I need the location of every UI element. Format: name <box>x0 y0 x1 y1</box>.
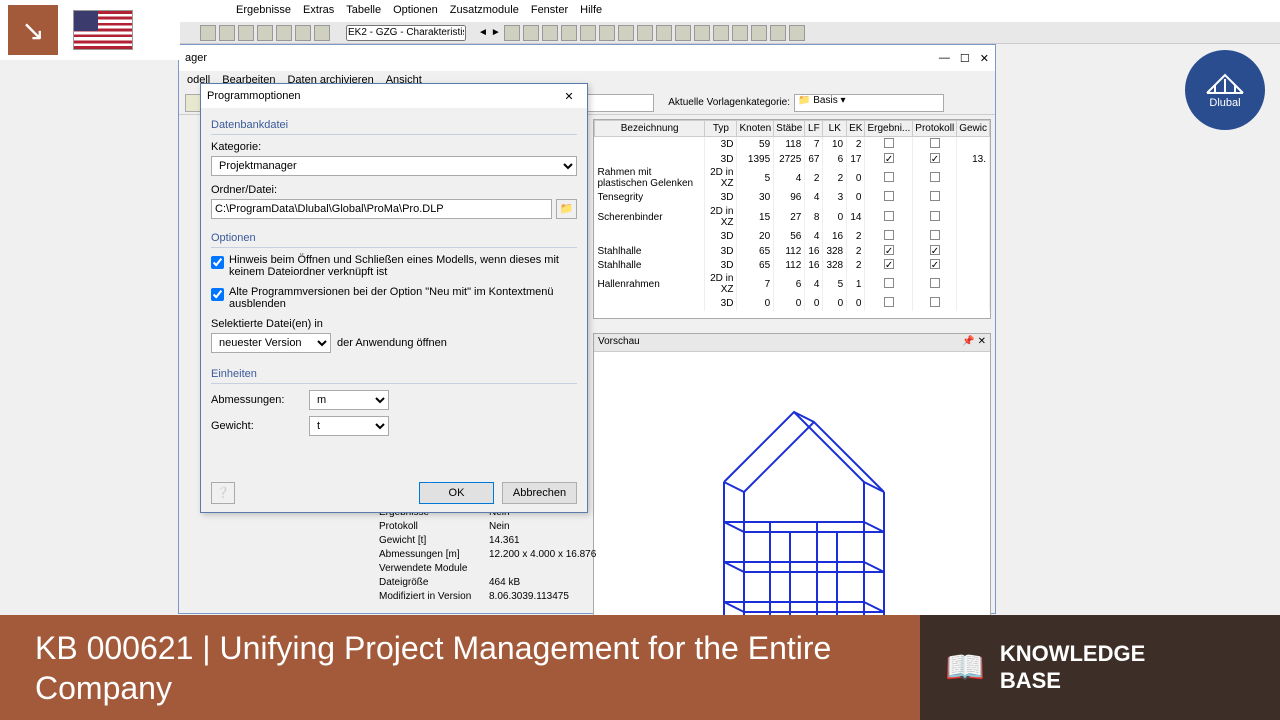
table-row[interactable]: 3D00000 <box>595 296 990 311</box>
toolbar-icon[interactable] <box>675 25 691 41</box>
toolbar-icon[interactable] <box>599 25 615 41</box>
abmess-select[interactable]: m <box>309 390 389 410</box>
toolbar-icon[interactable] <box>257 25 273 41</box>
table-row[interactable]: Stahlhalle3D65112163282✓✓ <box>595 244 990 258</box>
dialog-titlebar[interactable]: Programmoptionen ✕ <box>201 84 587 108</box>
dialog-title: Programmoptionen <box>207 90 301 102</box>
kb-label: KNOWLEDGEBASE <box>1000 641 1145 694</box>
toolbar-icon[interactable] <box>618 25 634 41</box>
toolbar-icon[interactable] <box>523 25 539 41</box>
minimize-icon[interactable]: — <box>939 52 950 65</box>
program-options-dialog: Programmoptionen ✕ Datenbankdatei Katego… <box>200 83 588 513</box>
table-row[interactable]: Stahlhalle3D65112163282✓✓ <box>595 258 990 272</box>
menu-item[interactable]: Ergebnisse <box>236 4 291 22</box>
model-3d-preview[interactable] <box>594 352 990 650</box>
kategorie-select[interactable]: Projektmanager <box>211 156 577 176</box>
main-menubar: Ergebnisse Extras Tabelle Optionen Zusatzmod… <box>0 0 1280 22</box>
sel-after-label: der Anwendung öffnen <box>337 337 447 349</box>
video-overlay-topbar: ↘ <box>0 0 180 60</box>
close-icon[interactable]: ✕ <box>978 336 986 347</box>
menu-item[interactable]: Extras <box>303 4 334 22</box>
toolbar-icon[interactable] <box>713 25 729 41</box>
vorlage-select[interactable]: 📁 Basis ▾ <box>794 94 944 112</box>
maximize-icon[interactable]: ☐ <box>960 52 970 65</box>
toolbar-icon[interactable] <box>504 25 520 41</box>
toolbar-icon[interactable] <box>542 25 558 41</box>
menu-item[interactable]: Fenster <box>531 4 568 22</box>
vorlage-label: Aktuelle Vorlagenkategorie: <box>668 97 790 108</box>
section-database: Datenbankdatei <box>211 114 577 135</box>
detail-row: ProtokollNein <box>379 521 599 535</box>
toolbar-icon[interactable] <box>561 25 577 41</box>
toolbar-icon[interactable] <box>295 25 311 41</box>
detail-row: Gewicht [t]14.361 <box>379 535 599 549</box>
table-row[interactable]: 3D20564162 <box>595 229 990 244</box>
corner-arrow-icon: ↘ <box>8 5 58 55</box>
nav-next-icon[interactable]: ► <box>491 27 501 38</box>
table-row[interactable]: Tensegrity3D3096430 <box>595 190 990 205</box>
project-table[interactable]: BezeichnungTypKnotenStäbeLFLKEKErgebni..… <box>593 119 991 319</box>
section-options: Optionen <box>211 227 577 248</box>
ordner-input[interactable] <box>211 199 552 219</box>
toolbar-icon[interactable] <box>200 25 216 41</box>
menu-item[interactable]: Optionen <box>393 4 438 22</box>
check-alte-versionen[interactable] <box>211 288 224 301</box>
check-hinweis[interactable] <box>211 256 224 269</box>
cancel-button[interactable]: Abbrechen <box>502 482 577 504</box>
table-row[interactable]: Hallenrahmen2D in XZ76451 <box>595 272 990 296</box>
kb-title: KB 000621 | Unifying Project Management … <box>35 628 920 708</box>
toolbar-icon[interactable] <box>276 25 292 41</box>
toolbar-icon[interactable] <box>751 25 767 41</box>
doc-title-field[interactable] <box>346 25 466 41</box>
close-icon[interactable]: ✕ <box>980 52 989 65</box>
preview-panel: Vorschau 📌 ✕ <box>593 333 991 651</box>
book-icon: 📖 <box>945 648 985 686</box>
preview-title: Vorschau <box>598 336 640 349</box>
toolbar-icon[interactable] <box>637 25 653 41</box>
ok-button[interactable]: OK <box>419 482 494 504</box>
nav-prev-icon[interactable]: ◄ <box>478 27 488 38</box>
menu-item[interactable]: Hilfe <box>580 4 602 22</box>
table-row[interactable]: 3D1395272567617✓✓13. <box>595 152 990 166</box>
detail-row: Abmessungen [m]12.200 x 4.000 x 16.876 <box>379 549 599 563</box>
toolbar-icon[interactable] <box>238 25 254 41</box>
toolbar-icon[interactable] <box>580 25 596 41</box>
toolbar-icon[interactable] <box>732 25 748 41</box>
check-hinweis-label: Hinweis beim Öffnen und Schließen eines … <box>229 254 577 278</box>
close-icon[interactable]: ✕ <box>557 90 581 103</box>
gewicht-label: Gewicht: <box>211 420 301 432</box>
detail-row: Dateigröße464 kB <box>379 577 599 591</box>
toolbar-icon[interactable] <box>656 25 672 41</box>
toolbar-icon[interactable] <box>314 25 330 41</box>
version-select[interactable]: neuester Version <box>211 333 331 353</box>
table-row[interactable]: 3D591187102 <box>595 137 990 153</box>
ordner-label: Ordner/Datei: <box>211 184 577 196</box>
toolbar-icon[interactable] <box>789 25 805 41</box>
check-alte-label: Alte Programmversionen bei der Option "N… <box>229 286 577 310</box>
gewicht-select[interactable]: t <box>309 416 389 436</box>
sel-label: Selektierte Datei(en) in <box>211 318 577 330</box>
detail-row: Modifiziert in Version8.06.3039.113475 <box>379 591 599 605</box>
us-flag-icon <box>73 10 133 50</box>
kategorie-label: Kategorie: <box>211 141 577 153</box>
pm-titlebar: ager — ☐ ✕ <box>179 45 995 71</box>
section-units: Einheiten <box>211 363 577 384</box>
main-toolbar: ◄ ► <box>0 22 1280 44</box>
dlubal-logo: Dlubal <box>1185 50 1265 130</box>
footer-banner: KB 000621 | Unifying Project Management … <box>0 615 1280 720</box>
detail-row: Verwendete Module <box>379 563 599 577</box>
toolbar-icon[interactable] <box>770 25 786 41</box>
browse-icon[interactable]: 📁 <box>556 199 577 219</box>
menu-item[interactable]: Tabelle <box>346 4 381 22</box>
toolbar-icon[interactable] <box>694 25 710 41</box>
pin-icon[interactable]: 📌 <box>962 336 974 347</box>
help-button[interactable]: ❔ <box>211 482 235 504</box>
table-row[interactable]: Scherenbinder2D in XZ15278014 <box>595 205 990 229</box>
pm-title-text: ager <box>185 52 207 64</box>
menu-item[interactable]: Zusatzmodule <box>450 4 519 22</box>
toolbar-icon[interactable] <box>219 25 235 41</box>
abmess-label: Abmessungen: <box>211 394 301 406</box>
table-row[interactable]: Rahmen mit plastischen Gelenken2D in XZ5… <box>595 166 990 190</box>
